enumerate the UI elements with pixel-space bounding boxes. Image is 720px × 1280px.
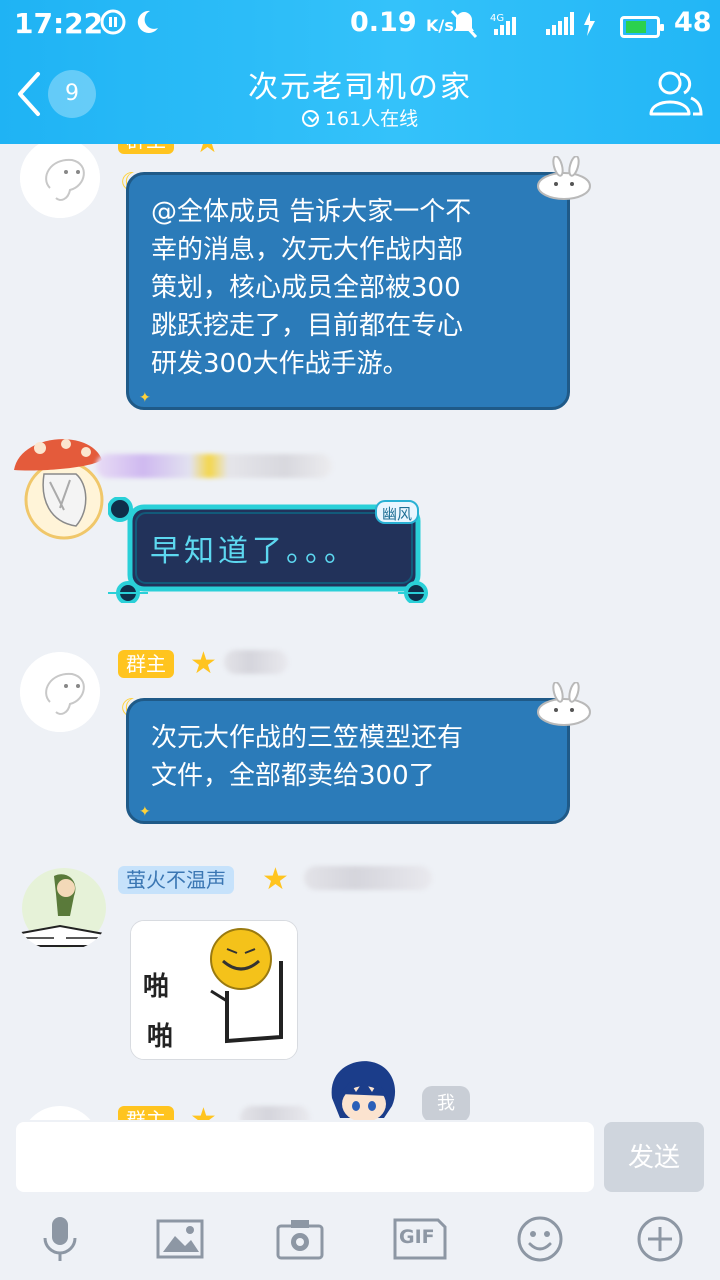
me-label: 我 <box>422 1086 470 1120</box>
chat-title: 次元老司机の家 <box>248 70 472 105</box>
status-notification-icons <box>100 8 162 45</box>
camera-icon[interactable] <box>275 1214 325 1264</box>
svg-text:啪: 啪 <box>143 971 169 1002</box>
gif-icon[interactable]: GIF <box>392 1214 448 1264</box>
owner-tag: 群主 <box>118 1106 174 1120</box>
send-button[interactable]: 发送 <box>604 1122 704 1192</box>
member-title-tag: 萤火不温声 <box>118 866 234 894</box>
image-message[interactable]: 啪 啪 <box>130 920 298 1060</box>
svg-text:啪: 啪 <box>147 1021 173 1052</box>
battery-level: 48 <box>674 7 712 38</box>
gif-label: GIF <box>399 1226 435 1248</box>
input-toolbar: GIF <box>0 1200 720 1280</box>
star-icon: ★ <box>190 646 217 681</box>
avatar[interactable] <box>14 866 110 950</box>
image-icon[interactable] <box>155 1214 205 1264</box>
sparkle-icon: ✦ <box>139 390 151 406</box>
message-text: 早知道了。。。 <box>150 534 358 569</box>
avatar[interactable] <box>20 652 100 732</box>
group-members-icon[interactable] <box>648 68 704 118</box>
network-speed: 0.19 K/s <box>350 7 454 38</box>
message-bubble[interactable]: 次元大作战的三笠模型还有 文件，全部都卖给300了 <box>126 698 570 824</box>
message-text-line: 幸的消息，次元大作战内部 <box>151 235 464 265</box>
status-signal-icons: 4G <box>450 9 600 46</box>
chat-message-list[interactable]: 群主 ★ ☾ @全体成员 告诉大家一个不 幸的消息，次元大作战内部 策划，核心成… <box>0 144 720 1120</box>
input-bar: 发送 <box>0 1120 720 1200</box>
sender-name-blurred <box>304 866 432 890</box>
message-text-line: 策划，核心成员全部被300 <box>151 273 461 303</box>
emoji-icon[interactable] <box>515 1214 565 1264</box>
svg-text:4G: 4G <box>490 13 504 24</box>
avatar[interactable] <box>10 430 110 540</box>
message-text-line: @全体成员 告诉大家一个不 <box>151 197 472 227</box>
sender-name-blurred <box>224 650 288 674</box>
message-text-line: 研发300大作战手游。 <box>151 349 409 379</box>
battery-icon <box>620 10 664 41</box>
avatar[interactable] <box>20 144 100 218</box>
header-bar: 17:22 0.19 K/s 4G 48 9 次元老司机の家 161人在线 <box>0 0 720 144</box>
sender-name-blurred <box>240 1106 310 1120</box>
owner-tag: 群主 <box>118 650 174 678</box>
online-count[interactable]: 161人在线 <box>0 104 720 131</box>
star-icon: ★ <box>262 862 289 897</box>
owner-tag: 群主 <box>118 144 174 154</box>
sticker-badge: 幽风 <box>375 500 419 524</box>
message-bubble[interactable]: @全体成员 告诉大家一个不 幸的消息，次元大作战内部 策划，核心成员全部被300… <box>126 172 570 410</box>
chibi-character-avatar[interactable] <box>326 1058 400 1120</box>
sparkle-icon: ✦ <box>139 804 151 820</box>
status-time: 17:22 <box>14 7 104 40</box>
sender-name-blurred <box>96 454 332 478</box>
plus-icon[interactable] <box>635 1214 685 1264</box>
rabbit-decoration-icon <box>537 156 591 200</box>
chevron-down-icon <box>301 110 319 127</box>
star-icon: ★ <box>194 144 221 158</box>
star-icon: ★ <box>190 1102 217 1121</box>
message-input[interactable] <box>16 1122 594 1192</box>
rabbit-decoration-icon <box>537 682 591 726</box>
status-bar: 17:22 0.19 K/s 4G 48 <box>0 0 720 48</box>
message-text-line: 跳跃挖走了，目前都在专心 <box>151 311 464 341</box>
message-text-line: 文件，全部都卖给300了 <box>151 761 435 791</box>
message-text-line: 次元大作战的三笠模型还有 <box>151 723 464 753</box>
avatar[interactable] <box>20 1106 100 1120</box>
microphone-icon[interactable] <box>35 1214 85 1264</box>
